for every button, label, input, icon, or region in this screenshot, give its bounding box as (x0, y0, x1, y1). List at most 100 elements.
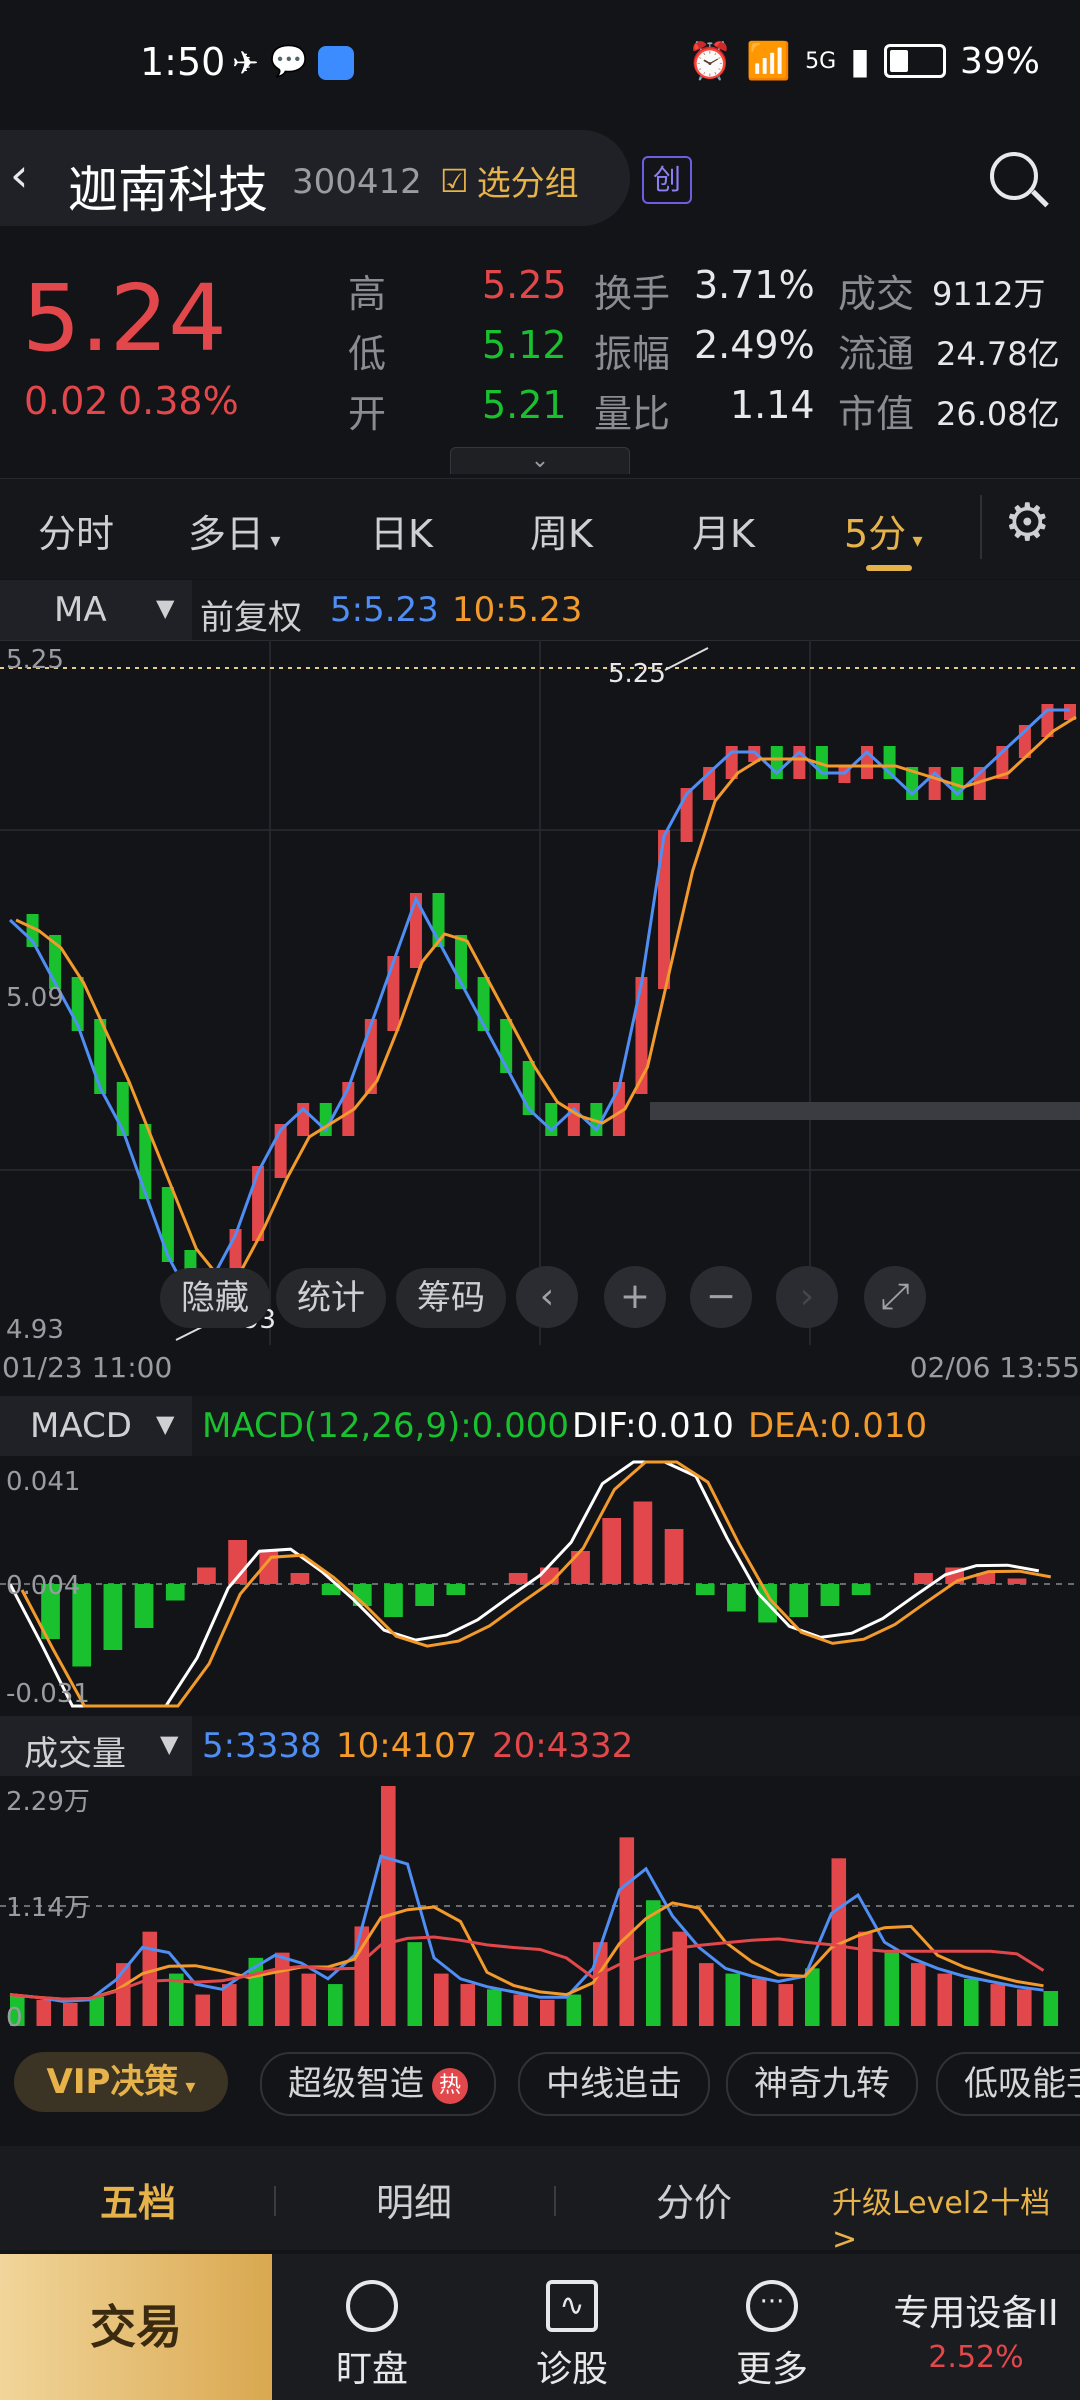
nav-device-label: 专用设备II (893, 2293, 1059, 2334)
macd-bar (914, 1573, 933, 1584)
gear-icon[interactable]: ⚙ (1004, 493, 1051, 553)
tab-5min[interactable]: 5分 ▾ (844, 503, 923, 558)
tab-detail[interactable]: 明细 (376, 2172, 452, 2227)
macd-bar (197, 1567, 216, 1584)
volume-bar (460, 1984, 476, 2026)
bottom-nav: 交易 盯盘 ∿ 诊股 ··· 更多 专用设备II 2.52% (0, 2254, 1080, 2400)
ma10-value: 10:5.23 (452, 590, 583, 630)
strategy-magic-nine[interactable]: 神奇九转 (726, 2052, 918, 2116)
adjust-label[interactable]: 前复权 (200, 590, 302, 639)
nav-more[interactable]: ··· 更多 (672, 2254, 872, 2400)
strategy-low-buy[interactable]: 低吸能手 (936, 2052, 1080, 2116)
crosshair-icon (346, 2280, 398, 2332)
ma5-value: 5:5.23 (330, 590, 439, 630)
dea-value: DEA:0.010 (748, 1406, 928, 1446)
status-bar: 1:50 ✈ 💬 ⏰ 📶 5G ▮ 39% (0, 0, 1080, 130)
high-marker: 5.25 (608, 659, 666, 689)
price-chart[interactable]: 5.25 5.09 4.93 5.25 4.93 (0, 640, 1080, 1345)
chips-button[interactable]: 筹码 (396, 1268, 506, 1328)
macd-bar (1007, 1578, 1027, 1584)
main-chart-header: MA ▼ 前复权 5:5.23 10:5.23 (0, 580, 1080, 640)
volume-bar (566, 1994, 582, 2026)
macd-select[interactable]: MACD ▼ (0, 1396, 192, 1456)
zoom-out-icon[interactable]: − (690, 1266, 752, 1328)
vip-decision-button[interactable]: VIP决策 ▾ (14, 2052, 228, 2112)
macd-bar (602, 1518, 622, 1584)
app-icon: ✈ (232, 44, 259, 82)
macd-bar (633, 1501, 653, 1584)
float-label: 流通 (838, 332, 915, 376)
volume-bar (858, 1931, 873, 2026)
tab-intraday[interactable]: 分时 (38, 503, 114, 558)
upgrade-level2-link[interactable]: 升级Level2十档 > (832, 2178, 1080, 2257)
wifi-icon: 📶 (746, 41, 792, 82)
hide-button[interactable]: 隐藏 (160, 1268, 270, 1328)
checkbox-icon: ☑ (440, 161, 469, 200)
alarm-icon: ⏰ (687, 41, 733, 82)
fullscreen-icon[interactable]: ⤢ (864, 1266, 926, 1328)
volume-bar (63, 2002, 78, 2026)
zoom-in-icon[interactable]: + (604, 1266, 666, 1328)
y-min-label: 4.93 (6, 1315, 64, 1345)
vol-top-label: 2.29万 (6, 1787, 90, 1817)
vol-ratio-label: 量比 (594, 392, 671, 436)
turnover-value: 3.71% (694, 263, 815, 307)
nav-more-label: 更多 (735, 2349, 808, 2390)
tab-five-levels[interactable]: 五档 (100, 2172, 176, 2227)
hot-badge: 热 (432, 2067, 468, 2104)
volume-bar (487, 1989, 502, 2026)
tab-price-split[interactable]: 分价 (656, 2172, 732, 2227)
end-time: 02/06 13:55 (909, 1351, 1080, 1384)
indicator-label: MA (54, 590, 107, 630)
nav-diagnose-label: 诊股 (535, 2349, 608, 2390)
nav-watch[interactable]: 盯盘 (272, 2254, 472, 2400)
amount-label: 成交 (838, 272, 915, 316)
macd-bar (446, 1584, 466, 1595)
wechat-icon: 💬 (270, 44, 308, 79)
indicator-select[interactable]: MA ▼ (0, 580, 192, 640)
dif-value: DIF:0.010 (572, 1406, 734, 1446)
low-value: 5.12 (482, 323, 567, 367)
active-tab-indicator (866, 565, 912, 571)
strategy-midline-chase[interactable]: 中线追击 (518, 2052, 710, 2116)
scroll-right-icon[interactable]: › (776, 1266, 838, 1328)
vol-zero-label: 0 (6, 2003, 23, 2030)
vol-ma10-value: 10:4107 (336, 1726, 478, 1766)
scroll-left-icon[interactable]: ‹ (516, 1266, 578, 1328)
tab-day-k[interactable]: 日K (370, 503, 433, 558)
ma10-line (15, 715, 1077, 1279)
board-badge: 创 (642, 156, 692, 204)
expand-quote-button[interactable]: ⌄ (450, 447, 630, 474)
nav-device[interactable]: 专用设备II 2.52% (872, 2254, 1080, 2400)
level-tabs: 五档 明细 分价 升级Level2十档 > (0, 2146, 1080, 2257)
tab-week-k[interactable]: 周K (530, 503, 593, 558)
volume-bar (142, 1931, 158, 2026)
quote-panel: 5.24 0.02 0.38% 高 5.25 低 5.12 开 5.21 换手 … (0, 255, 1080, 475)
volume-bar (1043, 1991, 1059, 2026)
status-time: 1:50 (140, 40, 226, 84)
volume-bar (725, 1973, 741, 2026)
volume-bar (195, 1994, 211, 2026)
trade-button[interactable]: 交易 (0, 2254, 272, 2400)
macd-zero-label: 0.004 (6, 1571, 80, 1601)
stock-code: 300412 (292, 162, 422, 202)
macd-bar (820, 1584, 840, 1606)
browser-icon (318, 46, 354, 80)
battery-percent: 39% (959, 40, 1040, 82)
volume-select[interactable]: 成交量 ▼ (0, 1716, 192, 1776)
amplitude-value: 2.49% (694, 323, 815, 367)
macd-params: MACD(12,26,9):0.000 (202, 1406, 570, 1446)
nav-diagnose[interactable]: ∿ 诊股 (472, 2254, 672, 2400)
tab-month-k[interactable]: 月K (692, 503, 755, 558)
strategy-super-manufacture[interactable]: 超级智造热 (260, 2052, 496, 2116)
price-change-pct: 0.38% (118, 379, 239, 423)
open-value: 5.21 (482, 383, 567, 427)
high-label: 高 (348, 272, 387, 316)
network-label: 5G (805, 48, 837, 74)
group-button[interactable]: ☑ 选分组 (440, 156, 579, 205)
volume-bar (593, 1942, 608, 2026)
back-icon[interactable]: ‹ (10, 148, 28, 202)
tab-multi-day[interactable]: 多日 ▾ (188, 503, 280, 558)
volume-bar (407, 1942, 423, 2026)
stats-button[interactable]: 统计 (276, 1268, 386, 1328)
